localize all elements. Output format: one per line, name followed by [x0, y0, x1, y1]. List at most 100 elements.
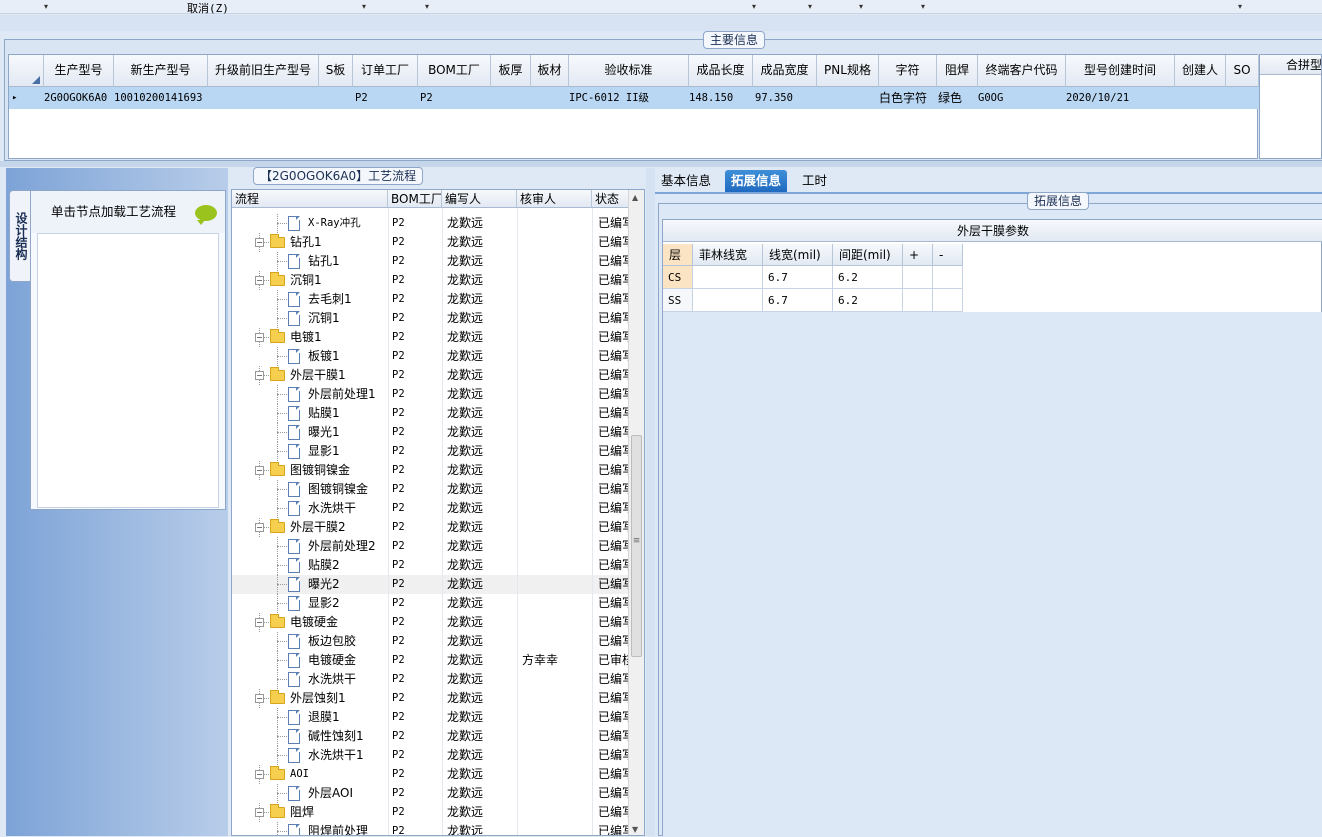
tree-row[interactable]: 曝光1 P2 龙歎远 已编写 [232, 423, 630, 442]
tree-node-label[interactable]: 图镀铜镍金 [308, 480, 368, 499]
col-bom-factory[interactable]: BOM工厂 [418, 55, 491, 87]
tree-cell-reviewer[interactable]: 方幸幸 [522, 651, 592, 670]
tree-cell-status[interactable]: 已编写 [598, 784, 630, 803]
tree-node-label[interactable]: 阻焊 [290, 803, 314, 822]
tree-node-label[interactable]: 电镀1 [290, 328, 322, 347]
tree-cell-writer[interactable]: 龙歎远 [447, 233, 517, 252]
merge-panel-header[interactable]: 合拼型 [1260, 55, 1321, 75]
tree-cell-reviewer[interactable] [522, 575, 592, 594]
cell-creator[interactable] [1175, 87, 1226, 109]
tree-cell-reviewer[interactable] [522, 328, 592, 347]
cell-layer[interactable]: SS [663, 289, 693, 312]
collapse-icon[interactable]: − [255, 371, 264, 380]
cancel-button[interactable]: 取消(Z) [187, 0, 229, 16]
col-process[interactable]: 流程 [232, 190, 388, 208]
tree-cell-status[interactable]: 已编写 [598, 556, 630, 575]
tree-cell-reviewer[interactable] [522, 822, 592, 835]
tree-cell-factory[interactable]: P2 [392, 594, 442, 613]
tree-cell-factory[interactable]: P2 [392, 746, 442, 765]
cell-legend[interactable]: 白色字符 [879, 87, 937, 109]
cell-minus[interactable] [933, 266, 963, 289]
tree-cell-factory[interactable]: P2 [392, 480, 442, 499]
tree-row[interactable]: X-Ray冲孔 P2 龙歎远 已编写 [232, 214, 630, 233]
collapse-icon[interactable]: − [255, 276, 264, 285]
dropdown-arrow-icon[interactable]: ▾ [859, 2, 863, 11]
tree-cell-factory[interactable]: P2 [392, 252, 442, 271]
tree-row[interactable]: − 图镀铜镍金 P2 龙歎远 已编写 [232, 461, 630, 480]
tree-row[interactable]: 电镀硬金 P2 龙歎远方幸幸已审核 [232, 651, 630, 670]
cell-finished-width[interactable]: 97.350 [755, 87, 817, 109]
tree-cell-factory[interactable]: P2 [392, 461, 442, 480]
tree-node-label[interactable]: 外层AOI [308, 784, 353, 803]
dropdown-arrow-icon[interactable]: ▾ [921, 2, 925, 11]
cell-board-material[interactable] [531, 87, 569, 109]
tree-row[interactable]: − 外层蚀刻1 P2 龙歎远 已编写 [232, 689, 630, 708]
tree-node-label[interactable]: 水洗烘干1 [308, 746, 364, 765]
cell-spacing[interactable]: 6.2 [833, 289, 903, 312]
col-board-material[interactable]: 板材 [531, 55, 569, 87]
cell-board-thickness[interactable] [491, 87, 531, 109]
col-finished-width[interactable]: 成品宽度 [753, 55, 817, 87]
col-writer[interactable]: 编写人 [442, 190, 517, 208]
tab-design-structure[interactable]: 设计结构 [9, 190, 31, 282]
tree-cell-status[interactable]: 已编写 [598, 366, 630, 385]
tree-cell-status[interactable]: 已编写 [598, 385, 630, 404]
tree-row[interactable]: 水洗烘干1 P2 龙歎远 已编写 [232, 746, 630, 765]
tree-row[interactable]: 显影2 P2 龙歎远 已编写 [232, 594, 630, 613]
tree-row[interactable]: 阻焊前处理 P2 龙歎远 已编写 [232, 822, 630, 835]
tree-cell-factory[interactable]: P2 [392, 366, 442, 385]
cell-plus[interactable] [903, 289, 933, 312]
tree-node-label[interactable]: 外层干膜1 [290, 366, 346, 385]
tree-cell-factory[interactable]: P2 [392, 632, 442, 651]
tree-scrollbar[interactable]: ▲ ≡ ▼ [628, 190, 644, 835]
tree-row[interactable]: − 外层干膜1 P2 龙歎远 已编写 [232, 366, 630, 385]
tree-cell-writer[interactable]: 龙歎远 [447, 575, 517, 594]
tree-node-label[interactable]: 外层干膜2 [290, 518, 346, 537]
tree-cell-status[interactable]: 已编写 [598, 271, 630, 290]
tree-cell-writer[interactable]: 龙歎远 [447, 480, 517, 499]
dropdown-arrow-icon[interactable]: ▾ [425, 2, 429, 11]
tree-cell-status[interactable]: 已编写 [598, 347, 630, 366]
col-status[interactable]: 状态 [592, 190, 630, 208]
tree-cell-factory[interactable]: P2 [392, 822, 442, 835]
dropdown-arrow-icon[interactable]: ▾ [752, 2, 756, 11]
tree-node-label[interactable]: 外层蚀刻1 [290, 689, 346, 708]
tree-node-label[interactable]: 贴膜1 [308, 404, 340, 423]
col-model-created-time[interactable]: 型号创建时间 [1066, 55, 1175, 87]
tree-cell-status[interactable]: 已编写 [598, 309, 630, 328]
col-order-factory[interactable]: 订单工厂 [353, 55, 418, 87]
tree-cell-writer[interactable]: 龙歎远 [447, 746, 517, 765]
tree-cell-reviewer[interactable] [522, 347, 592, 366]
tree-cell-writer[interactable]: 龙歎远 [447, 765, 517, 784]
cell-s-board[interactable] [319, 87, 353, 109]
tree-cell-writer[interactable]: 龙歎远 [447, 727, 517, 746]
tree-cell-status[interactable]: 已编写 [598, 670, 630, 689]
tree-row[interactable]: 外层AOI P2 龙歎远 已编写 [232, 784, 630, 803]
cell-spacing[interactable]: 6.2 [833, 266, 903, 289]
cell-film-line-width[interactable] [693, 289, 763, 312]
col-solder-mask[interactable]: 阻焊 [937, 55, 978, 87]
tree-node-label[interactable]: 板镀1 [308, 347, 340, 366]
collapse-icon[interactable]: − [255, 770, 264, 779]
cell-line-width[interactable]: 6.7 [763, 266, 833, 289]
tree-node-label[interactable]: 钻孔1 [290, 233, 322, 252]
tree-cell-reviewer[interactable] [522, 613, 592, 632]
tree-cell-reviewer[interactable] [522, 632, 592, 651]
cell-production-model[interactable]: 2G0OGOK6A0 [44, 87, 114, 109]
tree-cell-writer[interactable]: 龙歎远 [447, 670, 517, 689]
tree-cell-reviewer[interactable] [522, 689, 592, 708]
tree-node-label[interactable]: 电镀硬金 [308, 651, 356, 670]
tree-cell-status[interactable]: 已编写 [598, 518, 630, 537]
tree-cell-factory[interactable]: P2 [392, 670, 442, 689]
tree-row[interactable]: − AOI P2 龙歎远 已编写 [232, 765, 630, 784]
tree-cell-reviewer[interactable] [522, 556, 592, 575]
tree-row[interactable]: 显影1 P2 龙歎远 已编写 [232, 442, 630, 461]
collapse-icon[interactable]: − [255, 238, 264, 247]
tree-cell-reviewer[interactable] [522, 385, 592, 404]
tree-cell-factory[interactable]: P2 [392, 689, 442, 708]
cell-minus[interactable] [933, 289, 963, 312]
tree-cell-status[interactable]: 已编写 [598, 537, 630, 556]
collapse-icon[interactable]: − [255, 466, 264, 475]
dropdown-arrow-icon[interactable]: ▾ [362, 2, 366, 11]
tree-row[interactable]: 去毛刺1 P2 龙歎远 已编写 [232, 290, 630, 309]
